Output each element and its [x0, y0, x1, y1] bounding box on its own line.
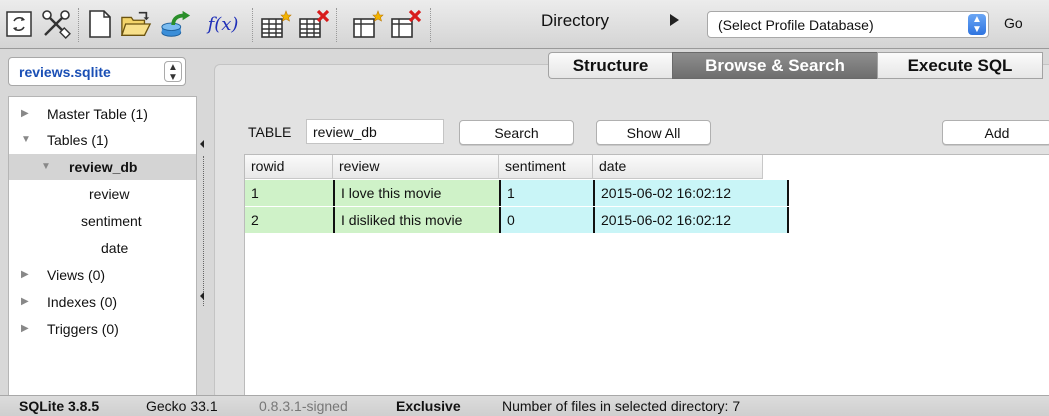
export-icon	[161, 10, 191, 37]
refresh-icon	[6, 11, 32, 37]
function-button[interactable]: f(x)	[199, 6, 247, 42]
disclosure-collapsed-icon[interactable]: ▶	[21, 323, 29, 334]
collapse-left-icon[interactable]	[200, 292, 204, 300]
tree-item-label: Tables (1)	[47, 132, 109, 148]
disclosure-collapsed-icon[interactable]: ▶	[21, 269, 29, 280]
tree-item-views[interactable]: ▶ Views (0)	[9, 262, 196, 288]
sqlite-version: SQLite 3.8.5	[19, 398, 100, 414]
status-bar: SQLite 3.8.5 Gecko 33.1 0.8.3.1-signed E…	[0, 395, 1049, 416]
new-table-icon	[261, 10, 292, 38]
open-folder-icon	[120, 11, 152, 36]
collapse-left-icon[interactable]	[200, 140, 204, 148]
new-database-button[interactable]	[84, 6, 116, 42]
tree-item-label: date	[101, 240, 129, 256]
tree-item-label: Master Table (1)	[47, 106, 148, 122]
delete-index-icon	[391, 9, 422, 38]
records-grid: rowid review sentiment date 1 I love thi…	[244, 154, 1049, 398]
tools-button[interactable]	[40, 6, 72, 42]
tree-item-review-db[interactable]: ▼ review_db	[9, 154, 196, 180]
row-end-marker	[787, 180, 789, 206]
tree-item-master-table[interactable]: ▶ Master Table (1)	[9, 101, 196, 127]
go-button[interactable]: Go	[1004, 15, 1023, 31]
table-label: TABLE	[248, 124, 292, 140]
tree-item-column-date[interactable]: date	[9, 235, 196, 261]
search-button[interactable]: Search	[459, 120, 574, 145]
addon-version: 0.8.3.1-signed	[259, 398, 348, 414]
tree-item-label: sentiment	[81, 213, 142, 229]
tab-execute-sql[interactable]: Execute SQL	[877, 52, 1043, 79]
disclosure-collapsed-icon[interactable]: ▶	[21, 108, 29, 119]
disclosure-expanded-icon[interactable]: ▼	[41, 161, 51, 172]
toolbar-separator	[336, 8, 337, 42]
tree-item-label: Triggers (0)	[47, 321, 119, 337]
row-end-marker	[787, 207, 789, 233]
tab-structure[interactable]: Structure	[548, 52, 672, 79]
tree-item-triggers[interactable]: ▶ Triggers (0)	[9, 316, 196, 342]
database-select[interactable]: reviews.sqlite ▲ ▼	[8, 57, 186, 86]
directory-label: Directory	[541, 11, 610, 30]
cell-date[interactable]: 2015-06-02 16:02:12	[593, 207, 787, 233]
tree-item-tables[interactable]: ▼ Tables (1)	[9, 127, 196, 153]
column-header-date[interactable]: date	[593, 155, 763, 179]
open-database-button[interactable]	[120, 6, 152, 42]
pane-splitter[interactable]	[200, 96, 208, 397]
tree-item-label: review	[89, 186, 130, 202]
gecko-version: Gecko 33.1	[146, 398, 218, 414]
tree-item-column-review[interactable]: review	[9, 181, 196, 207]
export-button[interactable]	[160, 6, 192, 42]
add-record-button[interactable]: Add	[942, 120, 1049, 145]
profile-select-value: (Select Profile Database)	[718, 17, 874, 33]
table-name-field[interactable]: review_db	[306, 119, 444, 144]
new-index-icon	[353, 10, 384, 38]
function-icon: f(x)	[207, 13, 239, 35]
profile-database-select[interactable]: (Select Profile Database) ▲ ▼	[707, 11, 989, 38]
toolbar: f(x) Directory (Select Profile Database)…	[0, 0, 1049, 49]
cell-date[interactable]: 2015-06-02 16:02:12	[593, 180, 787, 206]
tree-item-label: Indexes (0)	[47, 294, 118, 310]
cell-sentiment[interactable]: 1	[499, 180, 593, 206]
cell-review[interactable]: I love this movie	[333, 180, 499, 206]
drop-index-button[interactable]	[390, 6, 422, 42]
show-all-button[interactable]: Show All	[596, 120, 711, 145]
disclosure-expanded-icon[interactable]: ▼	[21, 134, 31, 145]
select-stepper-icon: ▲ ▼	[164, 61, 182, 83]
cell-rowid[interactable]: 1	[245, 180, 333, 206]
schema-tree: ▶ Master Table (1) ▼ Tables (1) ▼ review…	[8, 96, 197, 397]
column-header-sentiment[interactable]: sentiment	[499, 155, 593, 179]
disclosure-collapsed-icon[interactable]: ▶	[21, 296, 29, 307]
main-tabs: Structure Browse & Search Execute SQL	[548, 52, 1043, 79]
select-stepper-icon: ▲ ▼	[968, 14, 986, 35]
toolbar-separator	[78, 8, 79, 42]
drop-table-button[interactable]	[298, 6, 330, 42]
delete-table-icon	[299, 9, 330, 38]
cell-rowid[interactable]: 2	[245, 207, 333, 233]
create-table-button[interactable]	[260, 6, 292, 42]
files-info: Number of files in selected directory: 7	[502, 398, 741, 414]
database-select-value: reviews.sqlite	[19, 64, 111, 80]
grid-header: rowid review sentiment date	[245, 155, 763, 179]
cell-review[interactable]: I disliked this movie	[333, 207, 499, 233]
toolbar-separator	[252, 8, 253, 42]
create-index-button[interactable]	[352, 6, 384, 42]
play-arrow-icon[interactable]	[670, 14, 679, 26]
lock-mode: Exclusive	[396, 398, 461, 414]
column-header-review[interactable]: review	[333, 155, 499, 179]
column-header-rowid[interactable]: rowid	[245, 155, 333, 179]
tab-browse-search[interactable]: Browse & Search	[672, 52, 877, 79]
toolbar-separator	[430, 8, 431, 42]
cell-sentiment[interactable]: 0	[499, 207, 593, 233]
splitter-grip	[203, 156, 204, 306]
tools-icon	[42, 10, 71, 39]
tree-item-column-sentiment[interactable]: sentiment	[9, 208, 196, 234]
tree-item-label: Views (0)	[47, 267, 106, 283]
new-file-icon	[89, 10, 111, 38]
refresh-button[interactable]	[4, 6, 34, 42]
tree-item-indexes[interactable]: ▶ Indexes (0)	[9, 289, 196, 315]
tree-item-label: review_db	[69, 159, 138, 175]
